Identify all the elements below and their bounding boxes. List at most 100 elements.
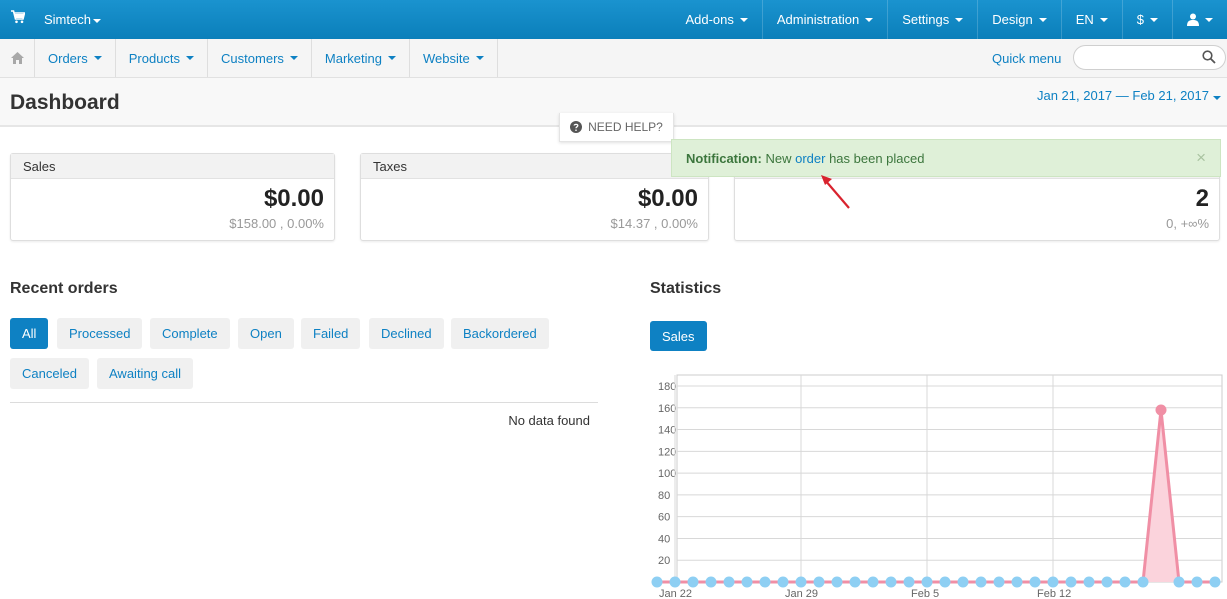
chevron-down-icon [92,18,101,23]
red-arrow-annotation [821,175,850,209]
close-icon[interactable]: × [1196,148,1206,168]
data-point [1119,576,1131,588]
divider [10,402,598,403]
data-point [849,576,861,588]
data-point [759,576,771,588]
quick-menu-link[interactable]: Quick menu [992,51,1061,66]
card-subvalue: $14.37 , 0.00% [610,216,698,231]
menu-administration[interactable]: Administration [761,0,887,39]
data-point [993,576,1005,588]
data-point [1173,576,1185,588]
data-point [957,576,969,588]
data-point [723,576,735,588]
tab-complete[interactable]: Complete [150,318,230,349]
menu-customers[interactable]: Customers [208,39,312,77]
chevron-down-icon [955,17,964,22]
tab-open[interactable]: Open [238,318,294,349]
tab-processed[interactable]: Processed [57,318,143,349]
data-point [1047,576,1059,588]
data-point [831,576,843,588]
tab-declined[interactable]: Declined [369,318,444,349]
sales-card: Sales $0.00 $158.00 , 0.00% [10,153,335,241]
y-tick-label: 40 [658,533,670,545]
taxes-card: Taxes $0.00 $14.37 , 0.00% [360,153,709,241]
home-icon [10,52,24,64]
search-icon[interactable] [1202,50,1216,64]
chevron-down-icon [475,56,484,60]
main-menu: Orders Products Customers Marketing Webs… [35,39,498,77]
cart-icon[interactable] [11,10,25,24]
menu-website[interactable]: Website [410,39,498,77]
language-selector[interactable]: EN [1060,0,1122,39]
menu-design[interactable]: Design [977,0,1060,39]
menu-label: Orders [48,50,88,66]
notification-text-before: New [765,151,792,166]
notification-order-link[interactable]: order [795,151,825,166]
chevron-down-icon [1150,17,1158,22]
chevron-down-icon [186,56,195,60]
x-tick-label: Jan 29 [785,588,818,599]
data-point [1209,576,1221,588]
data-point [1191,576,1203,588]
menu-label: Customers [221,50,284,66]
y-tick-label: 100 [658,468,676,480]
menu-label: Add-ons [685,12,734,27]
data-point [1101,576,1113,588]
tab-backordered[interactable]: Backordered [451,318,549,349]
card-subvalue: 0, +∞% [1166,216,1209,231]
sales-chart: 20 40 60 80 100 120 140 160 180 Jan 22 Jan 29 Feb 5… [651,374,1223,599]
menu-label: Website [422,50,470,66]
data-point [939,576,951,588]
data-point [669,576,681,588]
y-tick-label: 160 [658,403,676,415]
menu-label: Administration [776,12,860,27]
y-tick-label: 80 [658,490,670,502]
chevron-down-icon [1038,17,1047,22]
y-tick-label: 20 [658,555,670,567]
chevron-down-icon [1205,17,1213,22]
home-button[interactable] [0,39,35,77]
menu-marketing[interactable]: Marketing [312,39,410,77]
data-point [813,576,825,588]
menu-addons[interactable]: Add-ons [671,0,761,39]
notification-text-after: has been placed [829,151,925,166]
chevron-down-icon [1099,17,1108,22]
menu-label: Design [992,12,1033,27]
page-title: Dashboard [10,91,120,114]
tab-canceled[interactable]: Canceled [10,358,89,389]
data-point [1011,576,1023,588]
tab-all[interactable]: All [10,318,49,349]
menu-products[interactable]: Products [116,39,209,77]
top-nav: Add-ons Administration Settings Design E… [671,0,1227,39]
chevron-down-icon [93,56,102,60]
card-value: $0.00 [637,185,698,212]
data-point [1137,576,1149,588]
menu-label: $ [1136,12,1144,27]
tab-failed[interactable]: Failed [301,318,361,349]
menu-orders[interactable]: Orders [35,39,116,77]
menu-settings[interactable]: Settings [887,0,977,39]
chevron-down-icon [1213,96,1221,100]
series-line [657,409,1215,584]
data-point [1029,576,1041,588]
recent-orders-title: Recent orders [10,280,118,297]
search-input[interactable] [1073,45,1226,70]
date-range-picker[interactable]: Jan 21, 2017 — Feb 21, 2017 [1037,88,1221,103]
x-tick-label: Feb 5 [911,588,939,599]
store-switcher[interactable]: Simtech [44,12,101,27]
empty-state: No data found [508,413,590,428]
currency-selector[interactable]: $ [1121,0,1172,39]
user-menu[interactable] [1172,0,1227,39]
card-value: $0.00 [263,185,324,212]
menu-label: Products [128,50,181,66]
y-tick-label: 140 [658,425,676,437]
menu-label: Settings [902,12,950,27]
chevron-down-icon [739,17,748,22]
data-point [651,576,663,588]
x-tick-label: Feb 12 [1037,588,1071,599]
chevron-down-icon [865,17,874,22]
data-point [921,576,933,588]
need-help-button[interactable]: NEED HELP? [559,113,674,142]
tab-awaiting-call[interactable]: Awaiting call [97,358,194,389]
sales-chart-button[interactable]: Sales [650,321,707,351]
